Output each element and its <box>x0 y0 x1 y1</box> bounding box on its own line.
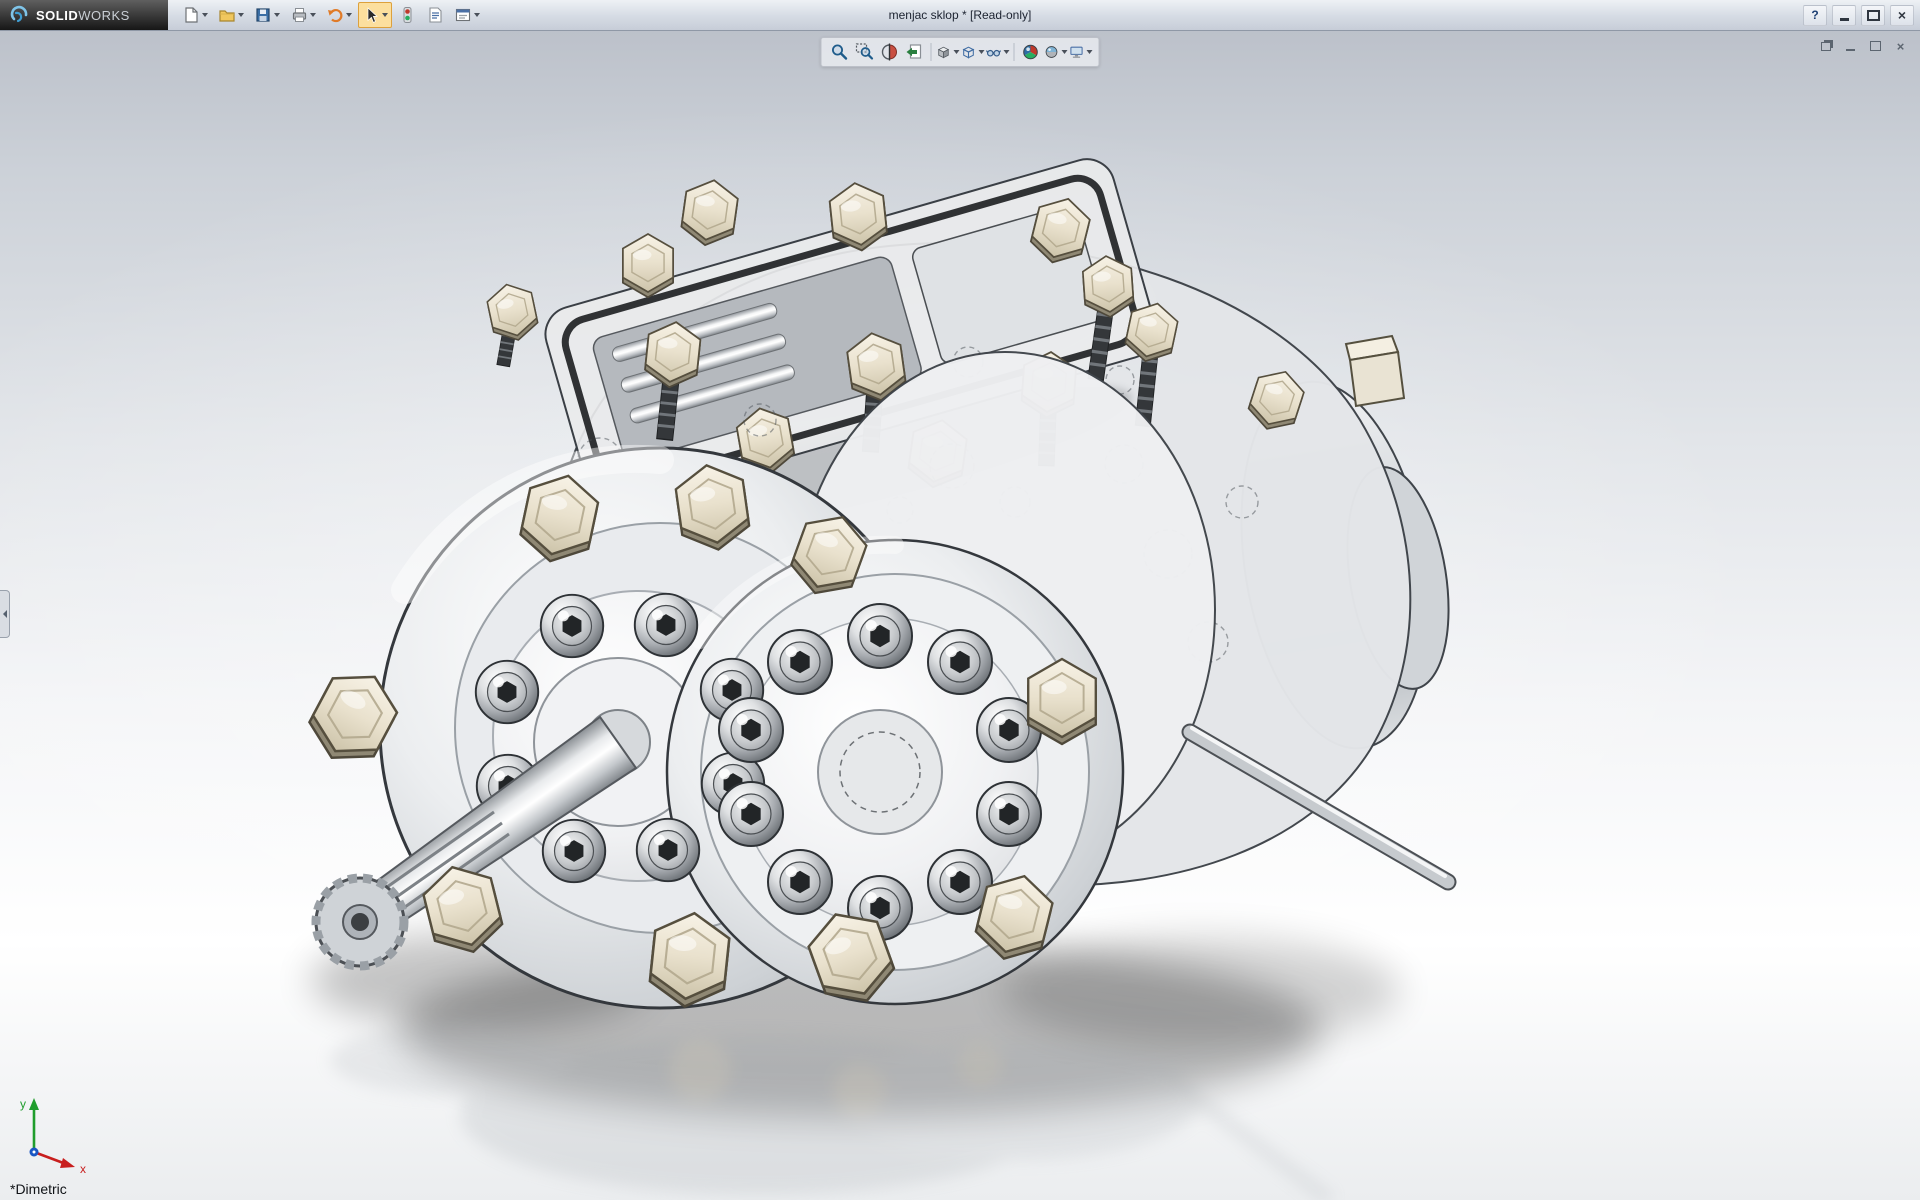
zoom-to-area-button[interactable] <box>853 40 877 64</box>
dropdown-caret[interactable] <box>238 13 244 17</box>
dropdown-caret[interactable] <box>346 13 352 17</box>
document-close-button[interactable]: × <box>1891 38 1910 54</box>
minimize-window-icon <box>1846 49 1855 52</box>
hide-show-items-button[interactable] <box>986 40 1010 64</box>
select-button[interactable] <box>358 2 392 28</box>
open-button[interactable] <box>214 2 248 28</box>
new-document-button[interactable] <box>178 2 212 28</box>
view-settings-icon <box>1069 42 1085 62</box>
minimize-icon <box>1840 18 1849 21</box>
3d-model-gearbox[interactable] <box>0 30 1920 1200</box>
dropdown-caret[interactable] <box>979 50 985 54</box>
document-window-controls: × <box>1816 38 1910 54</box>
close-window-icon: × <box>1897 40 1905 53</box>
section-view-icon <box>880 42 900 62</box>
open-folder-icon <box>218 6 236 24</box>
3ds-logo-icon <box>10 5 30 25</box>
document-minimize-button[interactable] <box>1841 38 1860 54</box>
help-button[interactable]: ? <box>1803 5 1827 26</box>
select-cursor-icon <box>362 6 380 24</box>
save-icon <box>254 6 272 24</box>
close-icon: × <box>1898 8 1906 22</box>
previous-view-button[interactable] <box>903 40 927 64</box>
view-orientation-label: *Dimetric <box>10 1181 67 1197</box>
dropdown-caret[interactable] <box>382 13 388 17</box>
document-maximize-button[interactable] <box>1866 38 1885 54</box>
save-button[interactable] <box>250 2 284 28</box>
print-icon <box>290 6 308 24</box>
file-properties-icon <box>426 6 444 24</box>
dropdown-caret[interactable] <box>310 13 316 17</box>
print-button[interactable] <box>286 2 320 28</box>
view-orientation-button[interactable] <box>936 40 960 64</box>
view-orientation-cube-icon <box>936 42 952 62</box>
section-view-button[interactable] <box>878 40 902 64</box>
dropdown-caret[interactable] <box>202 13 208 17</box>
restore-window-icon <box>1821 42 1831 51</box>
axis-x-label: x <box>80 1162 86 1176</box>
options-icon <box>454 6 472 24</box>
eyeglasses-icon <box>986 42 1002 62</box>
dropdown-caret[interactable] <box>274 13 280 17</box>
new-document-icon <box>182 6 200 24</box>
undo-button[interactable] <box>322 2 356 28</box>
file-properties-button[interactable] <box>422 2 448 28</box>
document-restore-button[interactable] <box>1816 38 1835 54</box>
main-toolbar <box>178 2 484 28</box>
dropdown-caret[interactable] <box>1004 50 1010 54</box>
dropdown-caret[interactable] <box>1062 50 1068 54</box>
brand-text: SOLIDWORKS <box>36 8 130 23</box>
maximize-icon <box>1867 10 1880 21</box>
appearance-ball-icon <box>1021 42 1041 62</box>
titlebar: SOLIDWORKS <box>0 0 1920 31</box>
dropdown-caret[interactable] <box>1087 50 1093 54</box>
graphics-viewport[interactable]: × y x *Dimetric <box>0 30 1920 1200</box>
toolbar-separator <box>931 43 932 61</box>
close-button[interactable]: × <box>1890 5 1914 26</box>
minimize-button[interactable] <box>1832 5 1856 26</box>
view-settings-button[interactable] <box>1069 40 1093 64</box>
apply-scene-icon <box>1044 42 1060 62</box>
axis-y-label: y <box>20 1097 26 1111</box>
display-style-button[interactable] <box>961 40 985 64</box>
maximize-button[interactable] <box>1861 5 1885 26</box>
undo-icon <box>326 6 344 24</box>
solidworks-logo: SOLIDWORKS <box>0 0 168 30</box>
dropdown-caret[interactable] <box>954 50 960 54</box>
dropdown-caret[interactable] <box>474 13 480 17</box>
zoom-to-fit-icon <box>830 42 850 62</box>
edit-appearance-button[interactable] <box>1019 40 1043 64</box>
toolbar-separator <box>1014 43 1015 61</box>
featuremanager-collapsed-tab[interactable] <box>0 590 10 638</box>
previous-view-icon <box>905 42 925 62</box>
maximize-window-icon <box>1870 41 1881 51</box>
options-button[interactable] <box>450 2 484 28</box>
rebuild-stoplight-icon <box>398 6 416 24</box>
zoom-to-fit-button[interactable] <box>828 40 852 64</box>
headsup-view-toolbar <box>821 37 1100 67</box>
help-icon: ? <box>1811 8 1818 22</box>
display-style-icon <box>961 42 977 62</box>
reference-triad: y x <box>12 1090 102 1176</box>
apply-scene-button[interactable] <box>1044 40 1068 64</box>
zoom-to-area-icon <box>855 42 875 62</box>
rebuild-button[interactable] <box>394 2 420 28</box>
window-controls: ? × <box>1803 0 1914 30</box>
